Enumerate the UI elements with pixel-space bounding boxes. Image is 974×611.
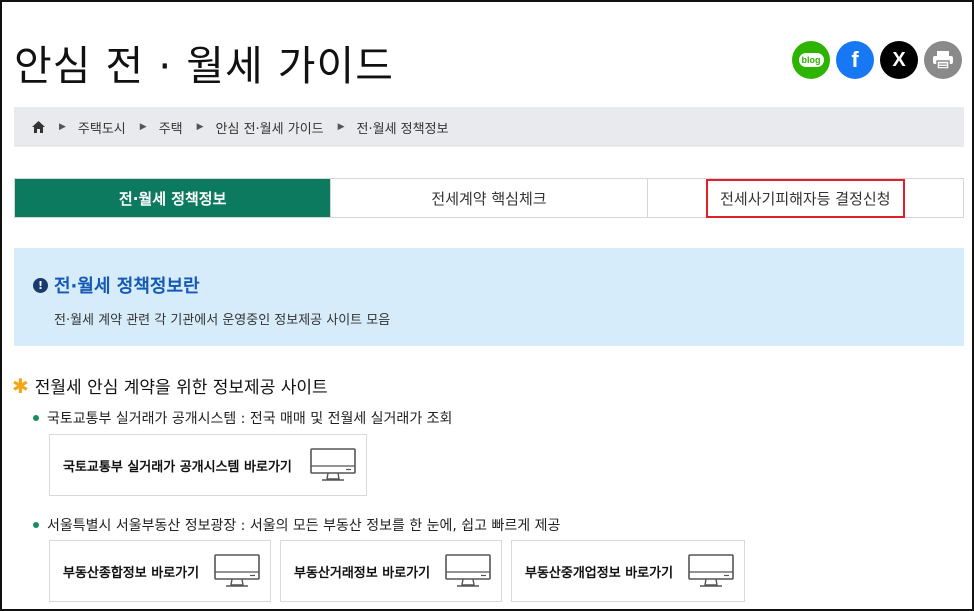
info-title: ! 전·월세 정책정보란 xyxy=(33,272,200,298)
tab-label: 전세계약 핵심체크 xyxy=(431,189,547,208)
chevron-right-icon: ▶ xyxy=(337,122,345,132)
bullet-dot-icon xyxy=(33,415,39,421)
bullet-dot-icon xyxy=(33,522,39,528)
real-estate-overview-link-button[interactable]: 부동산종합정보 바로가기 xyxy=(49,540,271,602)
facebook-share-button[interactable]: f xyxy=(836,41,874,79)
tab-victim-application[interactable]: 전세사기피해자등 결정신청 xyxy=(646,178,963,218)
blog-icon: blog xyxy=(798,53,824,67)
monitor-icon xyxy=(688,554,734,587)
chevron-right-icon: ▶ xyxy=(196,122,204,132)
breadcrumb: ▶ 주택도시 ▶ 주택 ▶ 안심 전·월세 가이드 ▶ 전·월세 정책정보 xyxy=(14,107,964,147)
real-estate-transaction-link-button[interactable]: 부동산거래정보 바로가기 xyxy=(280,540,502,602)
link-label: 국토교통부 실거래가 공개시스템 바로가기 xyxy=(63,459,292,475)
asterisk-icon: ✱ xyxy=(12,373,29,398)
breadcrumb-item-current[interactable]: 전·월세 정책정보 xyxy=(357,118,449,137)
blog-share-button[interactable]: blog xyxy=(792,41,830,79)
tab-label: 전·월세 정책정보 xyxy=(118,189,227,208)
breadcrumb-item[interactable]: 주택 xyxy=(159,118,183,137)
x-icon: X xyxy=(892,48,906,71)
info-box: ! 전·월세 정책정보란 전·월세 계약 관련 각 기관에서 운영중인 정보제공… xyxy=(14,248,964,346)
monitor-icon xyxy=(214,554,260,587)
home-icon xyxy=(32,121,45,133)
chevron-right-icon: ▶ xyxy=(59,122,66,132)
list-item-text: 서울특별시 서울부동산 정보광장 : 서울의 모든 부동산 정보를 한 눈에, … xyxy=(47,518,561,534)
tab-label: 전세사기피해자등 결정신청 xyxy=(706,178,905,218)
monitor-icon xyxy=(445,554,491,587)
printer-icon xyxy=(933,51,953,70)
social-share-bar: blog f X xyxy=(792,41,962,79)
tab-contract-check[interactable]: 전세계약 핵심체크 xyxy=(330,179,647,217)
list-item: 국토교통부 실거래가 공개시스템 : 전국 매매 및 전월세 실거래가 조회 xyxy=(33,408,452,428)
tab-policy-info[interactable]: 전·월세 정책정보 xyxy=(15,179,331,217)
chevron-right-icon: ▶ xyxy=(139,122,147,132)
page-title: 안심 전 · 월세 가이드 xyxy=(14,42,394,90)
tab-bar: 전·월세 정책정보 전세계약 핵심체크 전세사기피해자등 결정신청 xyxy=(14,178,964,218)
link-label: 부동산종합정보 바로가기 xyxy=(63,565,200,581)
page-frame: 안심 전 · 월세 가이드 blog f X ▶ 주택도시 ▶ 주택 ▶ 안심 … xyxy=(0,0,974,611)
list-item-text: 국토교통부 실거래가 공개시스템 : 전국 매매 및 전월세 실거래가 조회 xyxy=(47,411,453,427)
x-share-button[interactable]: X xyxy=(880,41,918,79)
section-title: ✱ 전월세 안심 계약을 위한 정보제공 사이트 xyxy=(12,373,328,399)
info-title-text: 전·월세 정책정보란 xyxy=(54,276,200,297)
home-link[interactable] xyxy=(32,121,45,133)
link-label: 부동산거래정보 바로가기 xyxy=(294,565,431,581)
list-item: 서울특별시 서울부동산 정보광장 : 서울의 모든 부동산 정보를 한 눈에, … xyxy=(33,515,560,535)
monitor-icon xyxy=(310,448,356,481)
breadcrumb-item[interactable]: 안심 전·월세 가이드 xyxy=(216,118,324,137)
section-title-text: 전월세 안심 계약을 위한 정보제공 사이트 xyxy=(34,378,328,398)
exclamation-icon: ! xyxy=(33,277,48,293)
facebook-icon: f xyxy=(851,47,859,72)
molit-transaction-link-button[interactable]: 국토교통부 실거래가 공개시스템 바로가기 xyxy=(49,434,367,496)
breadcrumb-item[interactable]: 주택도시 xyxy=(78,118,126,137)
info-description: 전·월세 계약 관련 각 기관에서 운영중인 정보제공 사이트 모음 xyxy=(54,313,391,328)
print-button[interactable] xyxy=(924,41,962,79)
real-estate-broker-link-button[interactable]: 부동산중개업정보 바로가기 xyxy=(511,540,745,602)
link-label: 부동산중개업정보 바로가기 xyxy=(525,565,674,581)
